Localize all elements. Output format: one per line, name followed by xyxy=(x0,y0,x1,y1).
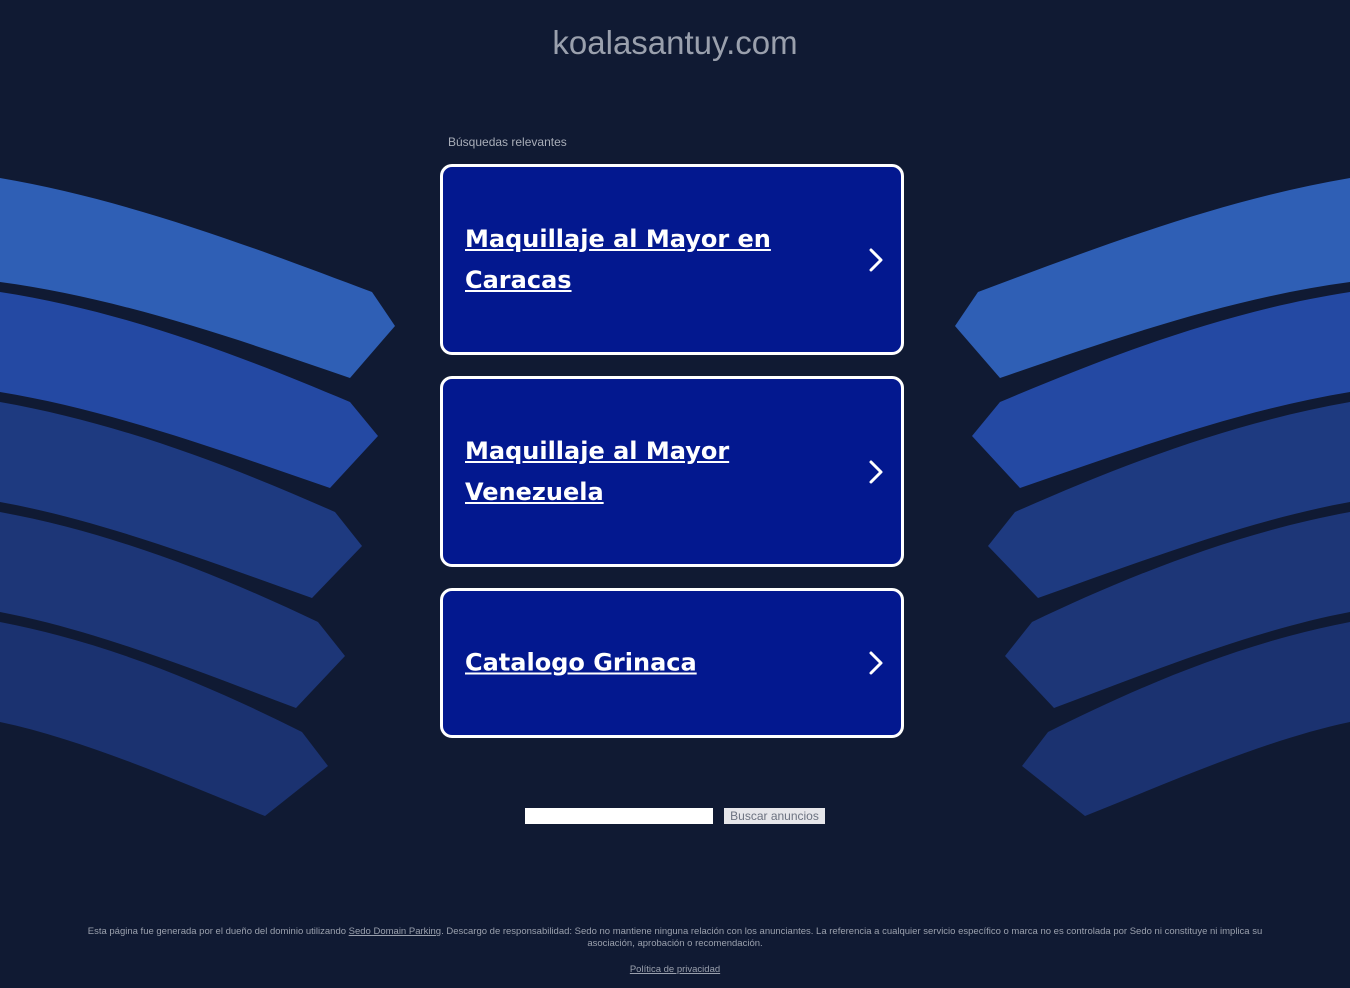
related-search-label[interactable]: Maquillaje al Mayor Venezuela xyxy=(465,431,825,513)
related-search-link-1[interactable]: Maquillaje al Mayor en Caracas xyxy=(440,164,904,355)
sedo-parking-link[interactable]: Sedo Domain Parking xyxy=(349,926,441,937)
chevron-right-icon xyxy=(869,248,883,271)
footer-text-after: . Descargo de responsabilidad: Sedo no m… xyxy=(441,926,1263,949)
search-form: Buscar anuncios xyxy=(525,808,825,824)
related-search-label[interactable]: Maquillaje al Mayor en Caracas xyxy=(465,219,825,301)
search-input[interactable] xyxy=(525,808,713,824)
chevron-right-icon xyxy=(869,651,883,675)
page: koalasantuy.com Búsquedas relevantes Maq… xyxy=(0,0,1350,988)
domain-title: koalasantuy.com xyxy=(552,24,798,61)
search-ads-button[interactable]: Buscar anuncios xyxy=(724,808,825,824)
related-search-link-3[interactable]: Catalogo Grinaca xyxy=(440,588,904,738)
left-waves xyxy=(0,178,395,816)
footer-text-before: Esta página fue generada por el dueño de… xyxy=(87,926,349,937)
privacy-row: Política de privacidad xyxy=(0,964,1350,975)
footer-disclaimer: Esta página fue generada por el dueño de… xyxy=(75,926,1275,950)
chevron-right-icon xyxy=(869,460,883,483)
related-searches-label: Búsquedas relevantes xyxy=(448,135,567,149)
related-search-link-2[interactable]: Maquillaje al Mayor Venezuela xyxy=(440,376,904,567)
right-waves xyxy=(955,178,1350,816)
related-search-label[interactable]: Catalogo Grinaca xyxy=(465,643,825,684)
privacy-policy-link[interactable]: Política de privacidad xyxy=(630,964,720,975)
